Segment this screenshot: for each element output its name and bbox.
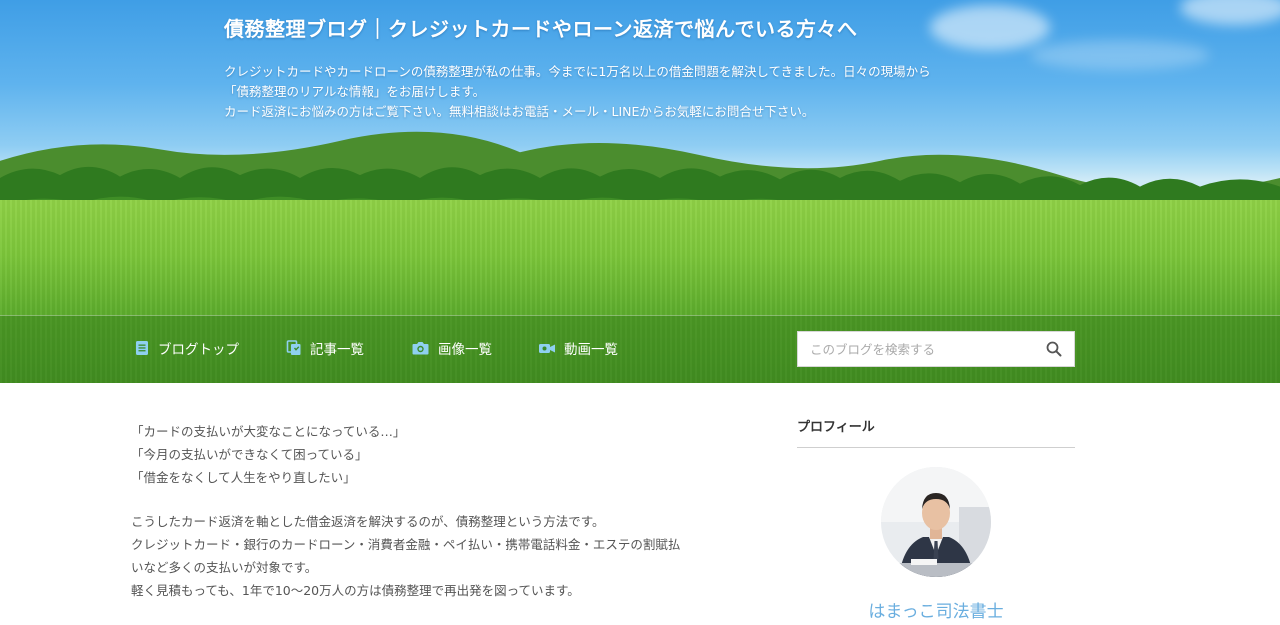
copy-icon	[286, 340, 301, 355]
nav-video-list[interactable]: 動画一覧	[538, 338, 618, 358]
nav-label: ブログトップ	[158, 342, 239, 358]
nav-blog-top[interactable]: ブログトップ	[134, 338, 239, 358]
article-line: クレジットカード・銀行のカードローン・消費者金融・ペイ払い・携帯電話料金・エステ…	[131, 537, 681, 553]
article-line: こうしたカード返済を軸とした借金返済を解決するのが、債務整理という方法です。	[131, 514, 605, 530]
document-icon	[136, 341, 148, 355]
avatar-container	[797, 467, 1075, 577]
header-text: 債務整理ブログ｜クレジットカードやローン返済で悩んでいる方々へ クレジットカード…	[224, 15, 1044, 122]
description-line: 「債務整理のリアルな情報」をお届けします。	[224, 84, 486, 99]
nav-label: 動画一覧	[564, 342, 618, 358]
article-line: 「カードの支払いが大変なことになっている…」	[131, 424, 406, 439]
search-icon	[1046, 341, 1062, 357]
nav-image-list[interactable]: 画像一覧	[411, 338, 492, 358]
description-line: クレジットカードやカードローンの債務整理が私の仕事。今までに1万名以上の借金問題…	[224, 64, 931, 79]
article-line: いなど多くの支払いが対象です。	[131, 559, 318, 575]
article-paragraph: こうしたカード返済を軸とした借金返済を解決するのが、債務整理という方法です。 ク…	[131, 511, 731, 602]
avatar-image	[881, 467, 991, 577]
sidebar: プロフィール はまっこ司法書士	[797, 416, 1075, 622]
camera-icon	[412, 342, 429, 355]
blog-title[interactable]: 債務整理ブログ｜クレジットカードやローン返済で悩んでいる方々へ	[224, 15, 1044, 43]
article-body: 「カードの支払いが大変なことになっている…」 「今月の支払いができなくて困ってい…	[131, 421, 731, 625]
global-nav: ブログトップ 記事一覧 画像一覧 動画一覧	[0, 315, 1280, 383]
nav-article-list[interactable]: 記事一覧	[286, 338, 364, 358]
avatar[interactable]	[881, 467, 991, 577]
cloud	[1180, 0, 1280, 25]
search-button[interactable]	[1034, 332, 1074, 366]
blog-search	[797, 331, 1075, 367]
nav-label: 記事一覧	[310, 342, 364, 358]
article-line: 軽く見積もっても、1年で10〜20万人の方は債務整理で再出発を図っています。	[131, 582, 580, 598]
article-line: 「今月の支払いができなくて困っている」	[131, 446, 368, 462]
blog-description: クレジットカードやカードローンの債務整理が私の仕事。今までに1万名以上の借金問題…	[224, 62, 1044, 122]
profile-heading: プロフィール	[797, 416, 1075, 448]
nav-label: 画像一覧	[438, 342, 492, 358]
article-paragraph: 「カードの支払いが大変なことになっている…」 「今月の支払いができなくて困ってい…	[131, 421, 731, 489]
cloud	[1030, 40, 1210, 70]
search-input[interactable]	[798, 332, 1034, 366]
article-line: 「借金をなくして人生をやり直したい」	[131, 469, 356, 485]
video-camera-icon	[539, 344, 555, 353]
profile-name-link[interactable]: はまっこ司法書士	[797, 597, 1075, 622]
description-line: カード返済にお悩みの方はご覧下さい。無料相談はお電話・メール・LINEからお気軽…	[224, 104, 815, 119]
